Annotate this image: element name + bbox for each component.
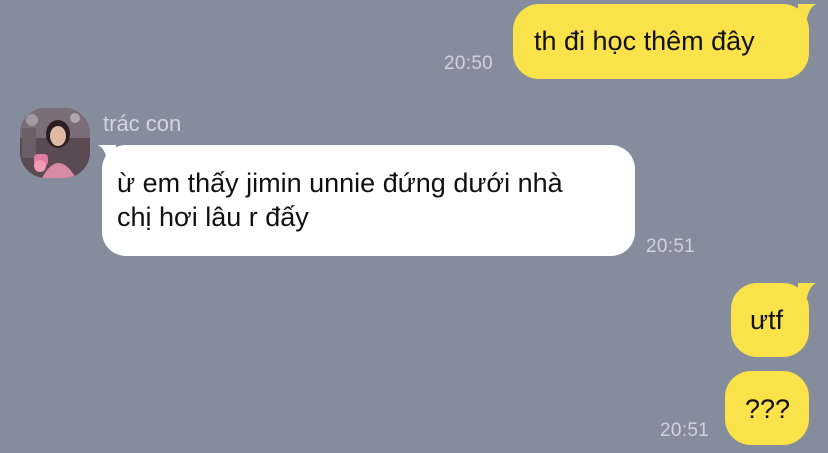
avatar-photo [20, 108, 90, 178]
bubble-tail-icon [798, 283, 816, 303]
incoming-message-bubble[interactable]: ừ em thấy jimin unnie đứng dưới nhà chị … [102, 145, 635, 256]
outgoing-message-bubble[interactable]: ??? [725, 371, 809, 445]
contact-avatar[interactable] [20, 108, 90, 178]
chat-thread: 20:50 th đi học thêm đây trác con ừ em t… [0, 0, 828, 453]
bubble-tail-icon [798, 4, 816, 24]
sender-name: trác con [103, 111, 182, 136]
message-text: ??? [745, 394, 791, 424]
message-text-line-1: ừ em thấy jimin unnie đứng dưới nhà [117, 168, 563, 198]
message-timestamp: 20:50 [444, 53, 494, 74]
outgoing-message-bubble[interactable]: th đi học thêm đây [513, 4, 809, 79]
message-text-line-2: chị hơi lâu r đấy [117, 202, 309, 232]
message-timestamp: 20:51 [660, 420, 710, 441]
message-text: ưtf [750, 305, 784, 335]
message-text: th đi học thêm đây [534, 26, 755, 56]
message-timestamp: 20:51 [646, 236, 696, 257]
